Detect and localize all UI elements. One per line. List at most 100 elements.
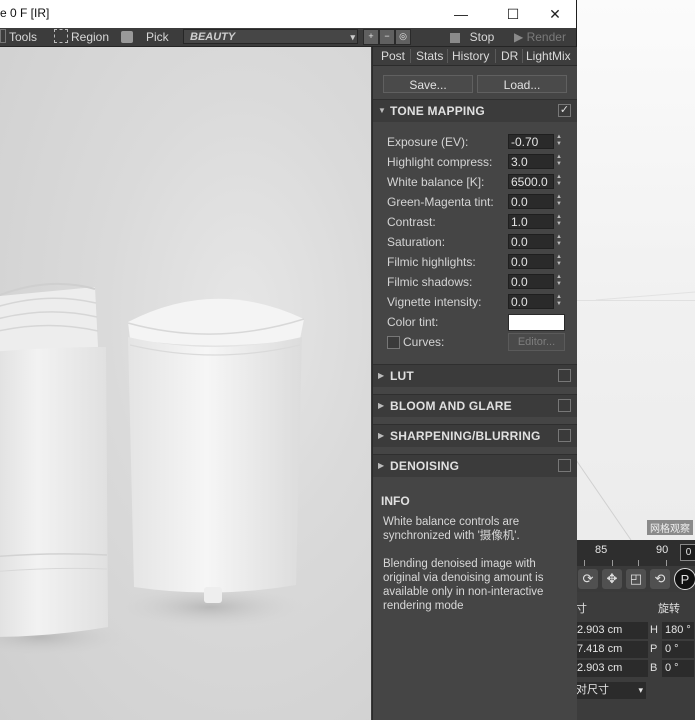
param-label: Color tint: — [387, 315, 439, 329]
maximize-button[interactable]: ☐ — [490, 0, 536, 28]
lut-checkbox[interactable] — [558, 369, 571, 382]
zoom-out-icon[interactable]: − — [379, 29, 395, 45]
tone-mapping-header[interactable]: ▼ TONE MAPPING ✓ — [373, 99, 577, 122]
param-label: Contrast: — [387, 215, 436, 229]
tab-post[interactable]: Post — [379, 48, 407, 64]
sharpening-header[interactable]: ▶ SHARPENING/BLURRING — [373, 424, 577, 447]
rotation-field[interactable]: 180 ° — [662, 622, 694, 639]
color-tint-swatch[interactable] — [508, 314, 565, 331]
section-title: TONE MAPPING — [390, 104, 485, 118]
attr-row: 2.903 cm H 180 ° — [576, 622, 695, 639]
tools-icon — [0, 29, 6, 43]
save-button[interactable]: Save... — [383, 75, 473, 93]
highlight-compress-field[interactable]: 3.0 — [508, 154, 554, 169]
filmic-highlights-field[interactable]: 0.0 — [508, 254, 554, 269]
lut-header[interactable]: ▶ LUT — [373, 364, 577, 387]
saturation-field[interactable]: 0.0 — [508, 234, 554, 249]
bloom-glare-checkbox[interactable] — [558, 399, 571, 412]
rotate-icon[interactable]: ⟳ — [578, 569, 598, 589]
spinner-icon[interactable]: ▲ ▼ — [556, 194, 562, 209]
pick-button[interactable]: Pick — [121, 29, 169, 45]
render-buffer-select[interactable]: BEAUTY ▾ — [183, 29, 358, 44]
vignette-field[interactable]: 0.0 — [508, 294, 554, 309]
param-label: Curves: — [403, 335, 445, 349]
section-title: BLOOM AND GLARE — [390, 399, 512, 413]
host-toolbar: ⟳ ✥ ◰ ⟲ P — [576, 566, 695, 592]
region-button[interactable]: Region — [54, 29, 109, 45]
tab-stats[interactable]: Stats — [414, 48, 445, 64]
cycle-icon[interactable]: ⟲ — [650, 569, 670, 589]
sharpening-checkbox[interactable] — [558, 429, 571, 442]
load-button[interactable]: Load... — [477, 75, 567, 93]
tab-lightmix[interactable]: LightMix — [524, 48, 573, 64]
buffer-label: BEAUTY — [190, 31, 236, 43]
denoising-checkbox[interactable] — [558, 459, 571, 472]
spinner-icon[interactable]: ▲ ▼ — [556, 174, 562, 189]
zoom-in-icon[interactable]: + — [363, 29, 379, 45]
minimize-button[interactable]: — — [438, 0, 484, 28]
settings-panel: Post Stats History DR LightMix Save... L… — [372, 47, 577, 720]
param-filmic-highlights: Filmic highlights: 0.0 ▲ ▼ — [373, 253, 577, 271]
spinner-icon[interactable]: ▲ ▼ — [556, 234, 562, 249]
spinner-icon[interactable]: ▲ ▼ — [556, 294, 562, 309]
param-contrast: Contrast: 1.0 ▲ ▼ — [373, 213, 577, 231]
rotation-field[interactable]: 0 ° — [662, 660, 694, 677]
param-label: Filmic shadows: — [387, 275, 473, 289]
close-button[interactable]: ✕ — [532, 0, 578, 28]
param-curves: Curves: Editor... — [373, 333, 577, 351]
param-label: Saturation: — [387, 235, 446, 249]
stop-icon — [450, 33, 460, 43]
render-button[interactable]: ▶ Render — [514, 29, 566, 45]
info-header: INFO — [373, 490, 577, 512]
collapsed-arrow-icon: ▶ — [378, 371, 385, 380]
bloom-glare-header[interactable]: ▶ BLOOM AND GLARE — [373, 394, 577, 417]
white-balance-field[interactable]: 6500.0 — [508, 174, 554, 189]
param-vignette: Vignette intensity: 0.0 ▲ ▼ — [373, 293, 577, 311]
exposure-field[interactable]: -0.70 — [508, 134, 554, 149]
param-highlight-compress: Highlight compress: 3.0 ▲ ▼ — [373, 153, 577, 171]
green-magenta-field[interactable]: 0.0 — [508, 194, 554, 209]
tab-separator — [410, 49, 411, 63]
spinner-icon[interactable]: ▲ ▼ — [556, 134, 562, 149]
stop-button[interactable]: Stop — [450, 29, 494, 45]
attr-row: 2.903 cm B 0 ° — [576, 660, 695, 677]
curves-editor-button[interactable]: Editor... — [508, 333, 565, 351]
param-saturation: Saturation: 0.0 ▲ ▼ — [373, 233, 577, 251]
pose-icon[interactable]: P — [674, 568, 695, 590]
axis-label: P — [650, 643, 658, 655]
param-green-magenta: Green-Magenta tint: 0.0 ▲ ▼ — [373, 193, 577, 211]
rotation-field[interactable]: 0 ° — [662, 641, 694, 658]
tone-mapping-checkbox[interactable]: ✓ — [558, 104, 571, 117]
curves-checkbox[interactable] — [387, 336, 400, 349]
param-label: Vignette intensity: — [387, 295, 482, 309]
panel-tabs: Post Stats History DR LightMix — [373, 47, 577, 66]
param-color-tint: Color tint: — [373, 313, 577, 331]
spinner-icon[interactable]: ▲ ▼ — [556, 154, 562, 169]
menu-tools[interactable]: Tools — [0, 29, 37, 45]
attr-row: 7.418 cm P 0 ° — [576, 641, 695, 658]
spinner-icon[interactable]: ▲ ▼ — [556, 274, 562, 289]
zoom-fit-icon[interactable]: ◎ — [395, 29, 411, 45]
spinner-icon[interactable]: ▲ ▼ — [556, 214, 562, 229]
size-mode-dropdown[interactable]: 对尺寸 ▾ — [576, 682, 646, 699]
hand-icon — [121, 31, 133, 43]
size-field[interactable]: 2.903 cm — [576, 622, 648, 639]
size-field[interactable]: 7.418 cm — [576, 641, 648, 658]
render-viewport[interactable] — [0, 47, 371, 720]
denoising-header[interactable]: ▶ DENOISING — [373, 454, 577, 477]
frame-field[interactable]: 0 — [680, 544, 695, 561]
spinner-icon[interactable]: ▲ ▼ — [556, 254, 562, 269]
size-field[interactable]: 2.903 cm — [576, 660, 648, 677]
scale-icon[interactable]: ◰ — [626, 569, 646, 589]
play-icon: ▶ — [514, 30, 524, 44]
host-3d-viewport[interactable]: 网格观察 — [576, 0, 695, 540]
host-timeline-ruler[interactable]: 85 90 0 — [576, 540, 695, 566]
render-toolbar: Tools Region Pick BEAUTY ▾ + − ◎ Stop ▶ … — [0, 28, 576, 47]
tab-dr[interactable]: DR — [499, 48, 520, 64]
tab-history[interactable]: History — [450, 48, 491, 64]
move-icon[interactable]: ✥ — [602, 569, 622, 589]
contrast-field[interactable]: 1.0 — [508, 214, 554, 229]
param-label: Highlight compress: — [387, 155, 493, 169]
title-bar: e 0 F [IR] — ☐ ✕ — [0, 0, 576, 29]
filmic-shadows-field[interactable]: 0.0 — [508, 274, 554, 289]
